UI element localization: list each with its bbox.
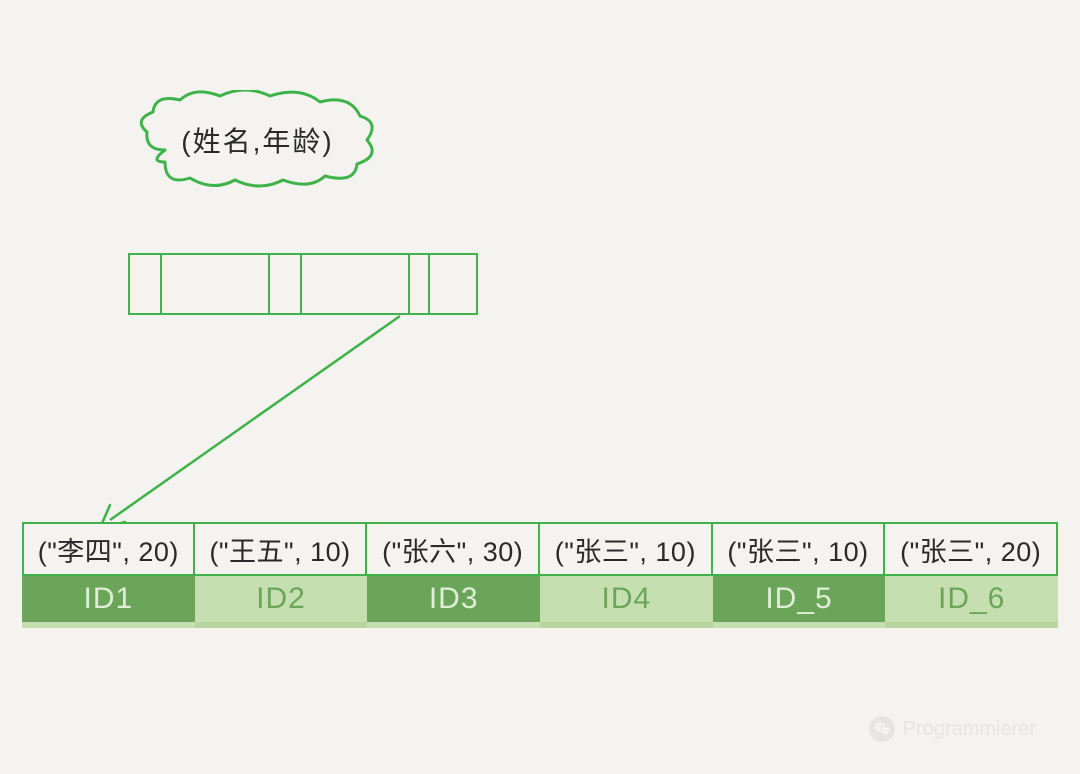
id-label: ID_5 (713, 576, 886, 628)
tuple-cell: ("张三", 10) (713, 522, 886, 576)
records-row: ("李四", 20)ID1("王五", 10)ID2("张六", 30)ID3(… (22, 522, 1058, 628)
watermark-text: Programmierer (903, 718, 1036, 741)
index-cell (268, 253, 300, 315)
watermark: Programmierer (869, 716, 1036, 742)
schema-cloud: (姓名,年龄) (135, 90, 380, 190)
id-label: ID4 (540, 576, 713, 628)
record: ("张三", 20)ID_6 (885, 522, 1058, 628)
tuple-cell: ("张六", 30) (367, 522, 540, 576)
tuple-cell: ("张三", 10) (540, 522, 713, 576)
record: ("王五", 10)ID2 (195, 522, 368, 628)
id-label: ID2 (195, 576, 368, 628)
record: ("张三", 10)ID4 (540, 522, 713, 628)
index-node (128, 253, 478, 315)
record: ("张六", 30)ID3 (367, 522, 540, 628)
tuple-cell: ("李四", 20) (22, 522, 195, 576)
index-cell (128, 253, 160, 315)
index-cell (408, 253, 428, 315)
index-cell (300, 253, 408, 315)
schema-label: (姓名,年龄) (135, 90, 380, 190)
record: ("李四", 20)ID1 (22, 522, 195, 628)
id-label: ID1 (22, 576, 195, 628)
tuple-cell: ("王五", 10) (195, 522, 368, 576)
record: ("张三", 10)ID_5 (713, 522, 886, 628)
id-label: ID3 (367, 576, 540, 628)
index-cell (428, 253, 478, 315)
pointer-arrow-icon (40, 310, 460, 540)
id-label: ID_6 (885, 576, 1058, 628)
tuple-cell: ("张三", 20) (885, 522, 1058, 576)
index-cell (160, 253, 268, 315)
wechat-icon (869, 716, 895, 742)
